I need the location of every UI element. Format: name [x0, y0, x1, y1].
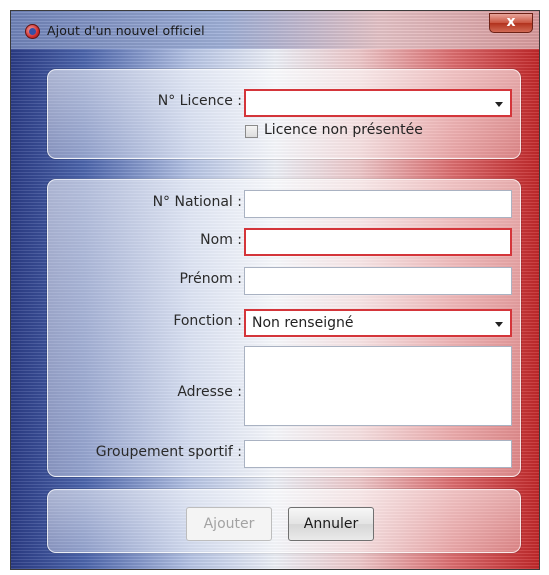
- prenom-label: Prénom :: [179, 271, 242, 287]
- adresse-label: Adresse :: [177, 384, 242, 400]
- actions-panel: Ajouter Annuler: [47, 489, 521, 553]
- licence-non-presentee-checkbox[interactable]: [245, 125, 258, 138]
- details-panel: N° National : Nom : Prénom : Fonction : …: [47, 179, 521, 477]
- chevron-down-icon[interactable]: [495, 102, 503, 107]
- fonction-select[interactable]: Non renseigné: [244, 309, 512, 337]
- licence-panel: N° Licence : Licence non présentée: [47, 69, 521, 159]
- nom-input[interactable]: [244, 228, 512, 256]
- close-button[interactable]: x: [489, 13, 533, 33]
- screenshot-frame: Ajout d'un nouvel officiel x N° Licence …: [0, 0, 549, 575]
- cancel-button[interactable]: Annuler: [288, 507, 374, 541]
- fonction-value: Non renseigné: [252, 315, 354, 331]
- app-icon: [25, 24, 40, 39]
- prenom-input[interactable]: [244, 267, 512, 295]
- national-label: N° National :: [152, 194, 242, 210]
- dialog-window: Ajout d'un nouvel officiel x N° Licence …: [10, 10, 540, 570]
- nom-label: Nom :: [200, 232, 242, 248]
- national-input[interactable]: [244, 190, 512, 218]
- title-bar[interactable]: Ajout d'un nouvel officiel x: [11, 11, 539, 49]
- window-title: Ajout d'un nouvel officiel: [47, 23, 205, 38]
- licence-non-presentee-label[interactable]: Licence non présentée: [264, 122, 423, 138]
- licence-combobox[interactable]: [244, 89, 512, 117]
- add-button[interactable]: Ajouter: [186, 507, 272, 541]
- chevron-down-icon[interactable]: [495, 322, 503, 327]
- adresse-textarea[interactable]: [244, 346, 512, 426]
- groupement-label: Groupement sportif :: [95, 444, 242, 460]
- fonction-label: Fonction :: [173, 313, 242, 329]
- licence-label: N° Licence :: [157, 93, 242, 109]
- groupement-input[interactable]: [244, 440, 512, 468]
